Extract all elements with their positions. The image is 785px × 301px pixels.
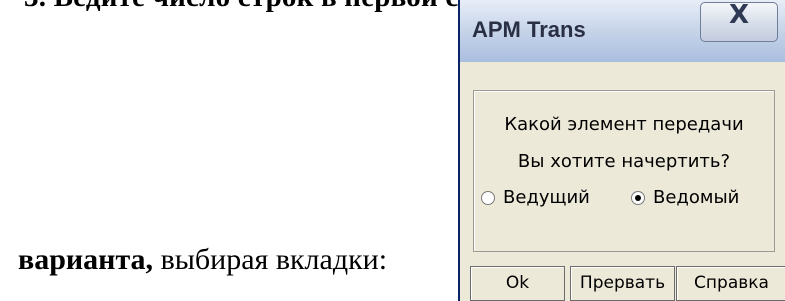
question-line-1: Какой элемент передачи: [504, 114, 744, 135]
document-line-bold: варианта,: [18, 243, 154, 276]
radio-group: Ведущий Ведомый: [481, 187, 773, 217]
radio-driving-label: Ведущий: [503, 187, 590, 208]
element-choice-group: Какой элемент передачи Вы хотите начерти…: [473, 90, 775, 252]
radio-driving[interactable]: Ведущий: [481, 187, 590, 208]
document-line-text: выбирая вкладки:: [153, 243, 388, 276]
ok-button[interactable]: Ok: [470, 266, 565, 301]
close-button[interactable]: X: [700, 0, 778, 42]
dialog-title: APM Trans: [472, 17, 586, 42]
close-icon: X: [728, 0, 750, 30]
radio-driven-circle[interactable]: [631, 190, 645, 205]
help-button[interactable]: Справка: [676, 266, 785, 301]
document-line: варианта, выбирая вкладки:: [18, 243, 387, 277]
radio-driven[interactable]: Ведомый: [631, 187, 739, 208]
apm-trans-dialog: APM Trans X Какой элемент передачи Вы хо…: [458, 0, 785, 301]
radio-driven-label: Ведомый: [653, 187, 740, 208]
abort-button[interactable]: Прервать: [570, 266, 675, 301]
question-line-2: Вы хотите начертить?: [517, 151, 731, 172]
dialog-titlebar[interactable]: APM Trans X: [460, 0, 785, 62]
radio-driving-circle[interactable]: [481, 190, 495, 205]
